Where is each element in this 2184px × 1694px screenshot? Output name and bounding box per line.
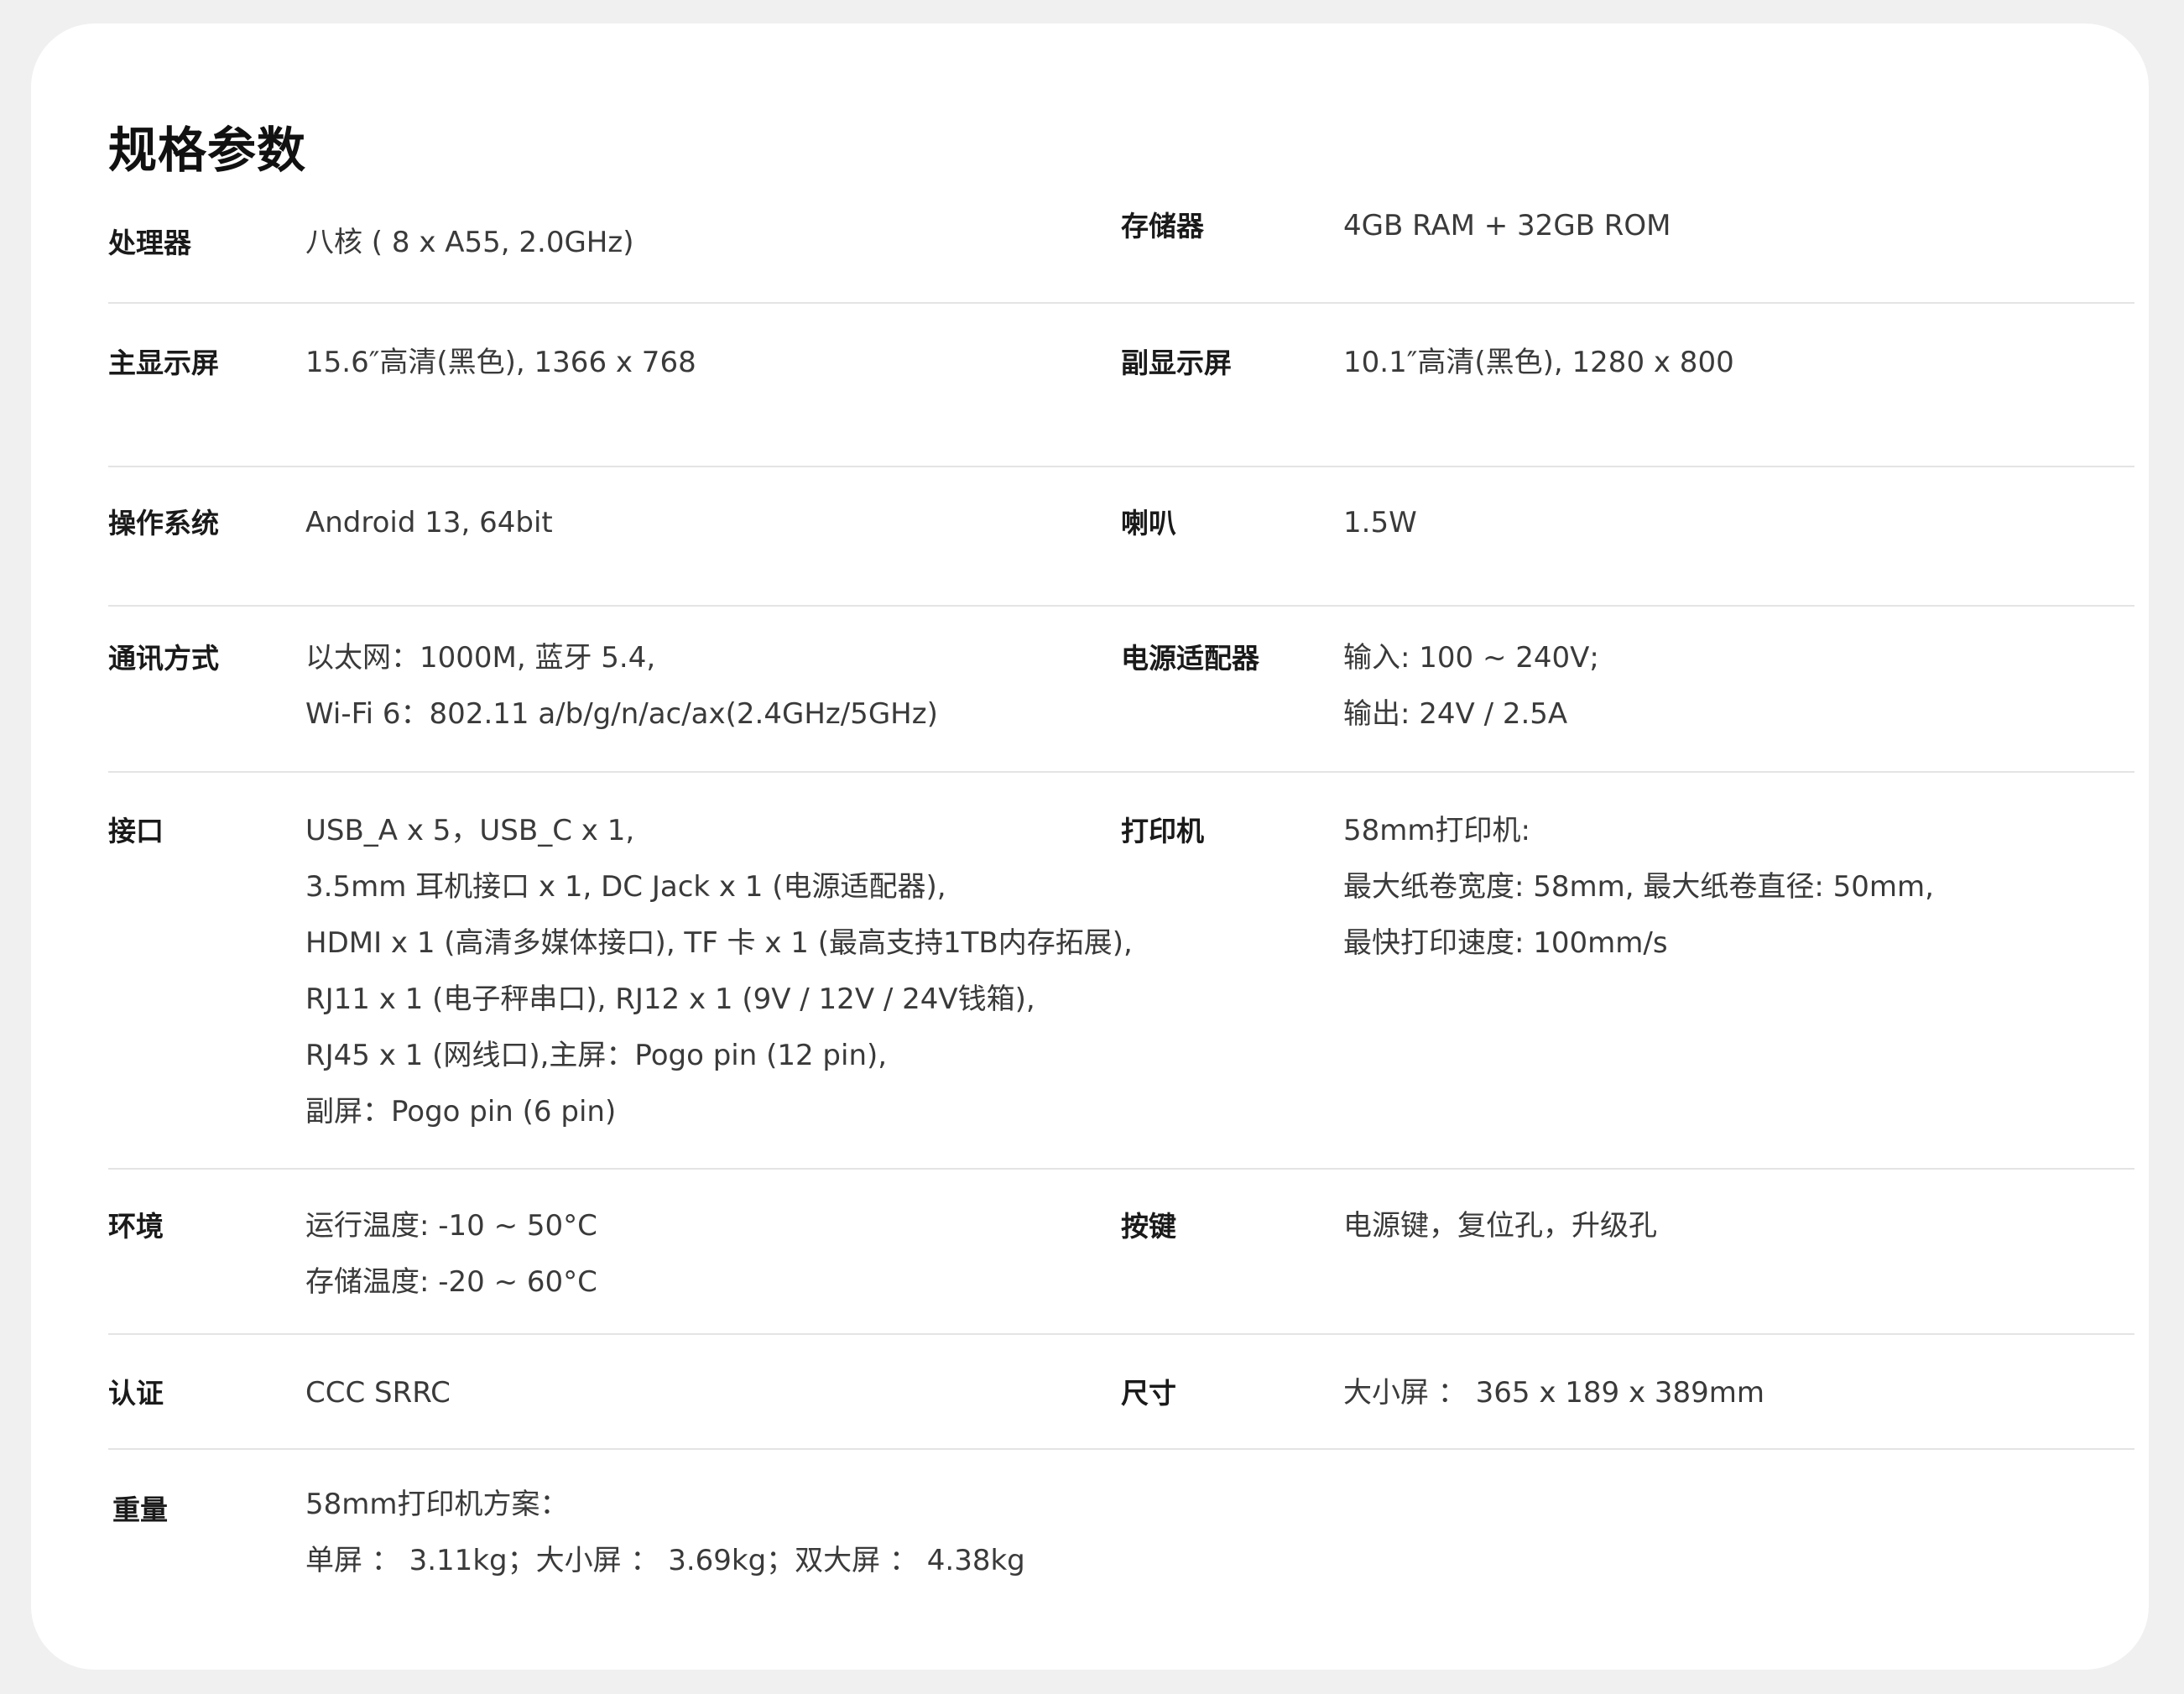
spec-value-line: 运行温度: -10 ~ 50°C	[305, 1209, 597, 1243]
spec-value-line: 存储温度: -20 ~ 60°C	[305, 1265, 597, 1299]
spec-label: 尺寸	[1121, 1377, 1176, 1410]
spec-cell: 重量 58mm打印机方案： 单屏 ： 3.11kg；大小屏 ： 3.69kg；双…	[108, 1450, 1121, 1618]
spec-cell-empty	[1121, 1450, 2134, 1618]
spec-cell: 操作系统 Android 13, 64bit	[108, 467, 1121, 605]
spec-value-line: CCC SRRC	[305, 1376, 451, 1410]
spec-value-line: USB_A x 5，USB_C x 1,	[305, 814, 635, 847]
spec-value-line: Wi-Fi 6：802.11 a/b/g/n/ac/ax(2.4GHz/5GHz…	[305, 697, 938, 731]
spec-value: 10.1″高清(黑色), 1280 x 800	[1343, 335, 1734, 391]
spec-value-line: 输出: 24V / 2.5A	[1343, 697, 1568, 731]
spec-value-line: 58mm打印机方案：	[305, 1488, 569, 1521]
spec-value-line: Android 13, 64bit	[305, 506, 553, 539]
spec-cell: 存储器 4GB RAM + 32GB ROM	[1121, 183, 2134, 302]
spec-value-line: 八核 ( 8 x A55, 2.0GHz)	[305, 226, 634, 259]
spec-value: 15.6″高清(黑色), 1366 x 768	[305, 335, 696, 391]
spec-cell: 电源适配器 输入: 100 ~ 240V; 输出: 24V / 2.5A	[1121, 607, 2134, 771]
spec-row: 环境 运行温度: -10 ~ 50°C 存储温度: -20 ~ 60°C 按键 …	[108, 1170, 2134, 1335]
spec-row: 重量 58mm打印机方案： 单屏 ： 3.11kg；大小屏 ： 3.69kg；双…	[108, 1450, 2134, 1618]
spec-cell: 通讯方式 以太网：1000M, 蓝牙 5.4, Wi-Fi 6：802.11 a…	[108, 607, 1121, 771]
spec-value-line: 10.1″高清(黑色), 1280 x 800	[1343, 346, 1734, 379]
spec-row: 主显示屏 15.6″高清(黑色), 1366 x 768 副显示屏 10.1″高…	[108, 304, 2134, 467]
spec-row: 处理器 八核 ( 8 x A55, 2.0GHz) 存储器 4GB RAM + …	[108, 183, 2134, 304]
spec-cell: 副显示屏 10.1″高清(黑色), 1280 x 800	[1121, 304, 2134, 466]
spec-label: 环境	[108, 1210, 164, 1243]
spec-value: 八核 ( 8 x A55, 2.0GHz)	[305, 215, 633, 271]
spec-value: 输入: 100 ~ 240V; 输出: 24V / 2.5A	[1343, 630, 1599, 743]
spec-value-line: 最大纸卷宽度: 58mm, 最大纸卷直径: 50mm,	[1343, 870, 1934, 904]
spec-value: CCC SRRC	[305, 1365, 451, 1421]
spec-row: 接口 USB_A x 5，USB_C x 1, 3.5mm 耳机接口 x 1, …	[108, 773, 2134, 1170]
spec-label: 副显示屏	[1121, 347, 1232, 379]
spec-value: 4GB RAM + 32GB ROM	[1343, 198, 1671, 254]
spec-cell: 认证 CCC SRRC	[108, 1335, 1121, 1448]
spec-row: 认证 CCC SRRC 尺寸 大小屏 ： 365 x 189 x 389mm	[108, 1335, 2134, 1450]
spec-cell: 环境 运行温度: -10 ~ 50°C 存储温度: -20 ~ 60°C	[108, 1170, 1121, 1333]
spec-value-line: 4GB RAM + 32GB ROM	[1343, 209, 1671, 242]
spec-value-line: RJ45 x 1 (网线口),主屏：Pogo pin (12 pin),	[305, 1039, 888, 1072]
spec-label: 处理器	[108, 227, 191, 259]
spec-value-line: 单屏 ： 3.11kg；大小屏 ： 3.69kg；双大屏 ： 4.38kg	[305, 1544, 1025, 1577]
spec-value-line: 电源键，复位孔，升级孔	[1343, 1209, 1657, 1243]
spec-value-line: HDMI x 1 (高清多媒体接口), TF 卡 x 1 (最高支持1TB内存拓…	[305, 926, 1133, 960]
spec-row: 操作系统 Android 13, 64bit 喇叭 1.5W	[108, 467, 2134, 607]
spec-cell: 主显示屏 15.6″高清(黑色), 1366 x 768	[108, 304, 1121, 466]
spec-value-line: 副屏：Pogo pin (6 pin)	[305, 1095, 617, 1128]
spec-cell: 打印机 58mm打印机: 最大纸卷宽度: 58mm, 最大纸卷直径: 50mm,…	[1121, 773, 2134, 1168]
spec-value: 大小屏 ： 365 x 189 x 389mm	[1343, 1365, 1764, 1421]
spec-label: 电源适配器	[1121, 642, 1259, 675]
spec-label: 喇叭	[1121, 507, 1176, 539]
page-title: 规格参数	[108, 122, 307, 179]
spec-value: 58mm打印机: 最大纸卷宽度: 58mm, 最大纸卷直径: 50mm, 最快打…	[1343, 803, 1934, 972]
spec-value-line: RJ11 x 1 (电子秤串口), RJ12 x 1 (9V / 12V / 2…	[305, 983, 1035, 1016]
spec-card: 规格参数 处理器 八核 ( 8 x A55, 2.0GHz) 存储器 4GB R…	[31, 23, 2149, 1670]
spec-label: 主显示屏	[108, 347, 219, 379]
spec-cell: 处理器 八核 ( 8 x A55, 2.0GHz)	[108, 183, 1121, 302]
spec-value-line: 3.5mm 耳机接口 x 1, DC Jack x 1 (电源适配器),	[305, 870, 946, 904]
spec-label: 通讯方式	[108, 642, 219, 675]
spec-value-line: 以太网：1000M, 蓝牙 5.4,	[305, 641, 656, 675]
spec-label: 存储器	[1121, 210, 1204, 242]
spec-value-line: 1.5W	[1343, 506, 1417, 539]
spec-value: USB_A x 5，USB_C x 1, 3.5mm 耳机接口 x 1, DC …	[305, 803, 1133, 1140]
spec-cell: 尺寸 大小屏 ： 365 x 189 x 389mm	[1121, 1335, 2134, 1448]
spec-label: 重量	[112, 1493, 168, 1526]
spec-label: 认证	[108, 1377, 164, 1410]
spec-label: 接口	[108, 815, 164, 847]
spec-value: 运行温度: -10 ~ 50°C 存储温度: -20 ~ 60°C	[305, 1198, 597, 1311]
spec-value: 电源键，复位孔，升级孔	[1343, 1198, 1657, 1254]
spec-label: 操作系统	[108, 507, 219, 539]
spec-value-line: 输入: 100 ~ 240V;	[1343, 641, 1599, 675]
spec-cell: 接口 USB_A x 5，USB_C x 1, 3.5mm 耳机接口 x 1, …	[108, 773, 1133, 1168]
spec-value: 以太网：1000M, 蓝牙 5.4, Wi-Fi 6：802.11 a/b/g/…	[305, 630, 938, 743]
spec-value-line: 最快打印速度: 100mm/s	[1343, 926, 1668, 960]
spec-label: 按键	[1121, 1210, 1176, 1243]
spec-cell: 喇叭 1.5W	[1121, 467, 2134, 605]
spec-table: 处理器 八核 ( 8 x A55, 2.0GHz) 存储器 4GB RAM + …	[108, 183, 2134, 1618]
spec-cell: 按键 电源键，复位孔，升级孔	[1121, 1170, 2134, 1333]
spec-value-line: 大小屏 ： 365 x 189 x 389mm	[1343, 1376, 1765, 1410]
spec-value: 58mm打印机方案： 单屏 ： 3.11kg；大小屏 ： 3.69kg；双大屏 …	[305, 1477, 1025, 1589]
spec-value-line: 58mm打印机:	[1343, 814, 1530, 847]
spec-value: 1.5W	[1343, 495, 1417, 551]
spec-row: 通讯方式 以太网：1000M, 蓝牙 5.4, Wi-Fi 6：802.11 a…	[108, 607, 2134, 773]
spec-value: Android 13, 64bit	[305, 495, 553, 551]
spec-value-line: 15.6″高清(黑色), 1366 x 768	[305, 346, 696, 379]
spec-label: 打印机	[1121, 815, 1204, 847]
